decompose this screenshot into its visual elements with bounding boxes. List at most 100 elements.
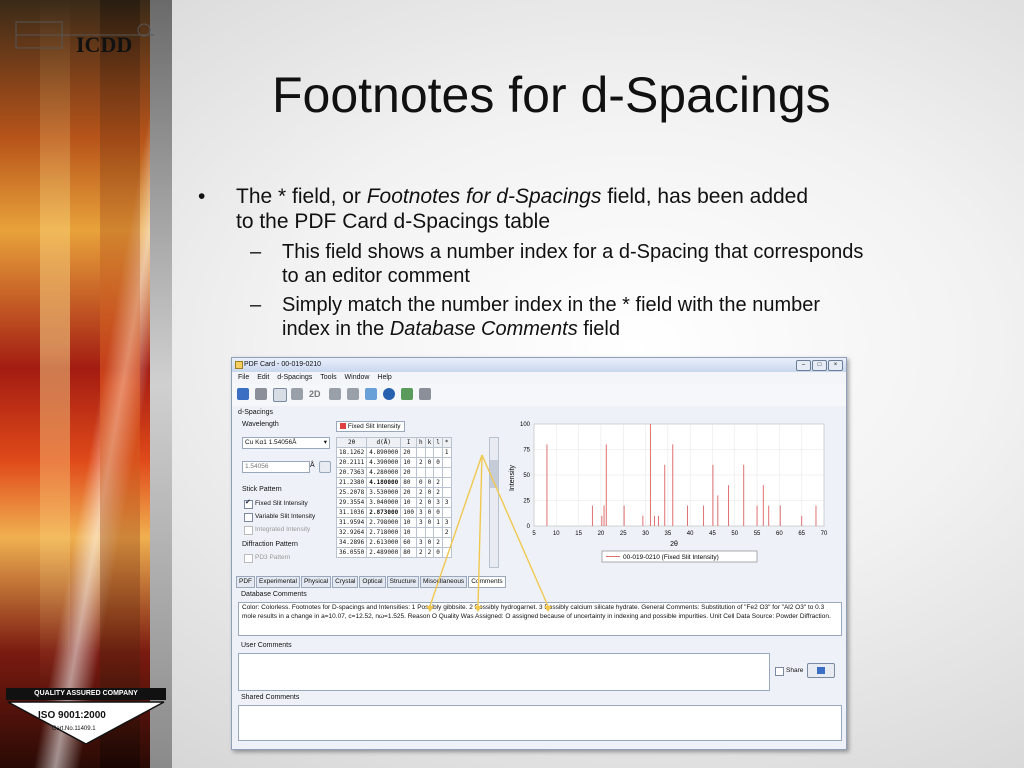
table-cell <box>433 527 443 538</box>
checklist-icon[interactable] <box>273 388 287 402</box>
quality-badge: QUALITY ASSURED COMPANY ISO 9001:2000 Ce… <box>4 688 168 744</box>
maximize-button[interactable]: □ <box>812 360 827 371</box>
table-cell: 3 <box>416 537 426 548</box>
table-header-cell[interactable]: I <box>400 437 418 448</box>
molecule-icon[interactable] <box>347 388 359 400</box>
menu-edit[interactable]: Edit <box>257 374 269 381</box>
card-tabs: PDF Experimental Physical Crystal Optical Str… <box>236 576 507 588</box>
window-title: PDF Card - 00-019-0210 <box>244 361 322 368</box>
user-comments-field[interactable] <box>238 653 770 691</box>
table-header-cell[interactable]: k <box>424 437 435 448</box>
menubar: File Edit d-Spacings Tools Window Help <box>232 372 846 384</box>
globe-icon[interactable] <box>383 388 395 400</box>
x-tick-label: 50 <box>731 531 738 537</box>
fixed-slit-checkbox[interactable]: ✔ <box>244 499 253 509</box>
table-cell: 31.9594 <box>335 517 368 528</box>
table-tab[interactable]: Fixed Slit Intensity <box>336 421 405 432</box>
table-cell: 0 <box>424 537 435 548</box>
shared-comments-label: Shared Comments <box>241 694 300 701</box>
print-icon[interactable] <box>255 388 267 400</box>
pd3-checkbox[interactable] <box>244 554 253 563</box>
window-titlebar[interactable]: PDF Card - 00-019-0210 – □ × <box>232 358 846 372</box>
table-header-cell[interactable]: d(Å) <box>366 437 402 448</box>
wavelength-select[interactable]: Cu Kα1 1.54056Å ▾ <box>242 437 330 449</box>
table-cell <box>416 447 426 458</box>
x-tick-label: 60 <box>776 531 783 537</box>
x-axis-label: 2θ <box>670 541 678 548</box>
structure-icon[interactable] <box>329 388 341 400</box>
table-row[interactable]: 20.7363 4.280000 20 <box>335 467 452 478</box>
scrollbar-thumb[interactable] <box>490 460 498 488</box>
wavelength-value-field[interactable]: 1.54056 <box>242 461 310 473</box>
decorative-side-art <box>0 0 172 768</box>
table-cell: 20 <box>400 447 418 458</box>
table-header-cell[interactable]: * <box>441 437 452 448</box>
table-row[interactable]: 32.9264 2.718000 10 2 <box>335 527 452 538</box>
menu-file[interactable]: File <box>238 374 249 381</box>
integrated-label: Integrated Intensity <box>255 526 311 533</box>
tab-crystal[interactable]: Crystal <box>332 576 359 588</box>
table-cell: 0 <box>416 477 426 488</box>
bullet-line2: to the PDF Card d-Spacings table <box>236 210 550 233</box>
tab-experimental[interactable]: Experimental <box>256 576 300 588</box>
chevron-down-icon: ▾ <box>323 439 327 446</box>
table-cell <box>424 447 435 458</box>
tab-comments[interactable]: Comments <box>468 576 506 588</box>
table-row[interactable]: 31.1036 2.873000 100 3 0 0 <box>335 507 452 518</box>
tab-optical[interactable]: Optical <box>359 576 386 588</box>
table-cell: 4.180000 <box>366 477 402 488</box>
minimize-button[interactable]: – <box>796 360 811 371</box>
refresh-icon[interactable] <box>319 461 331 473</box>
pattern-icon[interactable] <box>365 388 377 400</box>
table-header-cell[interactable]: 2θ <box>335 437 368 448</box>
tab-pdf[interactable]: PDF <box>236 576 255 588</box>
x-tick-label: 40 <box>687 531 694 537</box>
share-label: Share <box>786 667 804 674</box>
2d-button[interactable]: 2D <box>309 389 321 399</box>
save-comment-button[interactable] <box>807 663 835 678</box>
db-comments-label: Database Comments <box>241 591 307 598</box>
table-cell: 2 <box>441 527 452 538</box>
table-row[interactable]: 29.3554 3.040000 10 2 0 3 3 <box>335 497 452 508</box>
y-axis-label: Intensity <box>509 464 516 491</box>
tab-structure[interactable]: Structure <box>386 576 419 588</box>
dspacings-table: 2θ d(Å) Ih k l * 18.1262 4.890000 20 1 20.2111 4.3… <box>335 437 452 558</box>
table-cell: 3 <box>416 517 426 528</box>
variable-slit-checkbox[interactable] <box>244 513 253 522</box>
toolbar: 2D <box>232 384 846 406</box>
integrated-checkbox[interactable] <box>244 526 253 535</box>
table-row[interactable]: 21.2380 4.180000 80 0 0 2 <box>335 477 452 488</box>
table-header-cell[interactable]: l <box>433 437 443 448</box>
table-tab-label: Fixed Slit Intensity <box>347 423 401 430</box>
table-header-cell[interactable]: h <box>416 437 426 448</box>
user-comments-label: User Comments <box>241 642 292 649</box>
table-cell: 4.280000 <box>366 467 402 478</box>
share-checkbox[interactable] <box>775 667 784 676</box>
table-row[interactable]: 25.2078 3.530000 20 2 0 2 <box>335 487 452 498</box>
table-row[interactable]: 31.9594 2.798000 10 3 0 1 3 <box>335 517 452 528</box>
tab-miscellaneous[interactable]: Miscellaneous <box>420 576 468 588</box>
sub-dash-1: – <box>250 241 262 263</box>
table-icon[interactable] <box>419 388 431 400</box>
graph-icon[interactable] <box>401 388 413 400</box>
menu-help[interactable]: Help <box>377 374 391 381</box>
menu-dspacings[interactable]: d-Spacings <box>277 374 312 381</box>
close-button[interactable]: × <box>828 360 843 371</box>
tab-physical[interactable]: Physical <box>300 576 332 588</box>
table-row[interactable]: 20.2111 4.390000 10 2 0 0 <box>335 457 452 468</box>
menu-tools[interactable]: Tools <box>320 374 336 381</box>
menu-window[interactable]: Window <box>345 374 370 381</box>
x-tick-label: 10 <box>553 531 560 537</box>
document-icon[interactable] <box>291 388 303 400</box>
table-row[interactable]: 36.0550 2.489000 80 2 2 0 <box>335 547 452 558</box>
save-icon[interactable] <box>237 388 249 400</box>
table-cell: 2 <box>416 547 426 558</box>
slide-title: Footnotes for d-Spacings <box>272 67 831 123</box>
diffraction-pattern-label: Diffraction Pattern <box>242 541 298 548</box>
table-cell <box>433 447 443 458</box>
table-row[interactable]: 34.2896 2.613000 60 3 0 2 <box>335 537 452 548</box>
table-cell: 10 <box>400 497 418 508</box>
table-scrollbar[interactable] <box>489 437 499 568</box>
table-cell <box>441 507 452 518</box>
table-row[interactable]: 18.1262 4.890000 20 1 <box>335 447 452 458</box>
